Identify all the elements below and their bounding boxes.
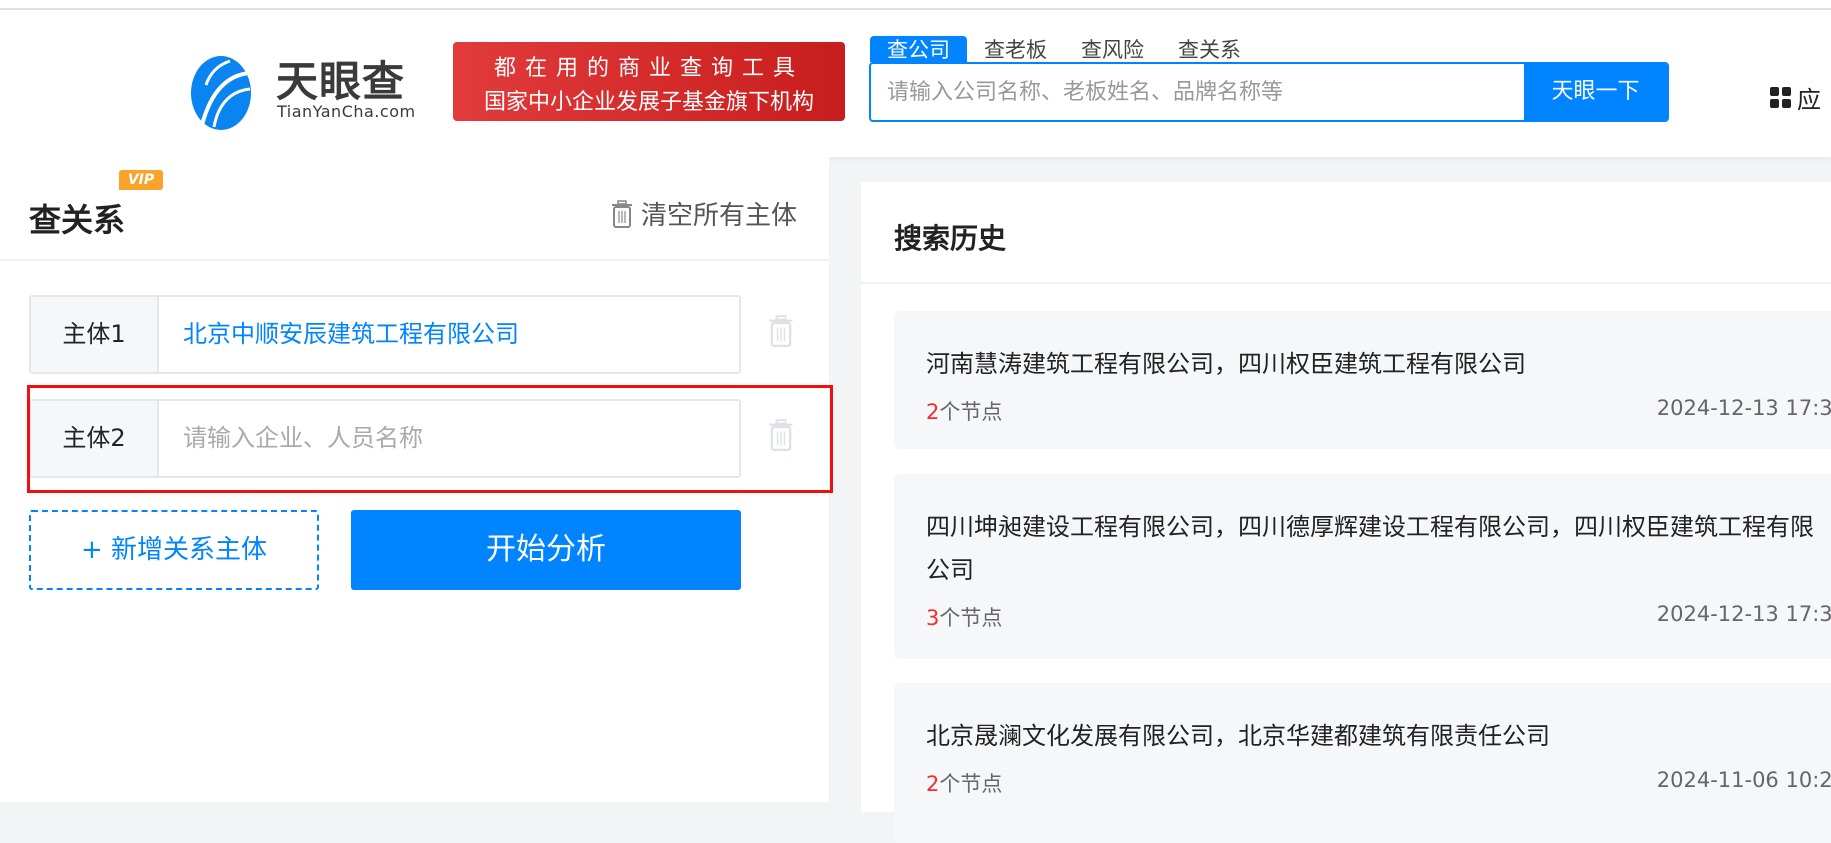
brand-domain: TianYanCha.com xyxy=(277,102,416,121)
history-title: 搜索历史 xyxy=(894,222,1007,255)
page-title: 查关系 xyxy=(29,201,126,239)
trash-icon xyxy=(611,199,632,228)
brand-name[interactable]: 天眼查 xyxy=(276,48,405,109)
slogan-line-2: 国家中小企业发展子基金旗下机构 xyxy=(483,90,814,115)
search-tabs: 查公司 查老板 查风险 查关系 xyxy=(870,36,1258,62)
header: 天眼查 TianYanCha.com 都在用的商业查询工具 国家中小企业发展子基… xyxy=(0,10,1831,157)
search-button[interactable]: 天眼一下 xyxy=(1524,64,1667,120)
search-box: 天眼一下 xyxy=(869,62,1669,122)
history-names: 四川坤昶建设工程有限公司，四川德厚辉建设工程有限公司，四川权臣建筑工程有限公司 xyxy=(926,513,1814,584)
add-entity-button[interactable]: + 新增关系主体 xyxy=(29,510,319,590)
slogan-line-1: 都在用的商业查询工具 xyxy=(493,56,804,81)
search-history-panel: 搜索历史 河南慧涛建筑工程有限公司，四川权臣建筑工程有限公司 2个节点 2024-… xyxy=(861,182,1831,843)
entity-input-1[interactable] xyxy=(159,297,739,372)
history-time: 2024-12-13 17:34 xyxy=(1656,602,1831,626)
slogan-banner: 都在用的商业查询工具 国家中小企业发展子基金旗下机构 xyxy=(453,42,845,121)
relation-panel: 查关系 VIP 清空所有主体 主体1 主体2 + 新增关系主体 开始分析 xyxy=(0,157,833,802)
entity-row-1: 主体1 xyxy=(29,295,741,374)
tianyancha-logo-icon[interactable] xyxy=(190,55,252,131)
entity-label: 主体1 xyxy=(31,297,159,372)
clear-all-button[interactable]: 清空所有主体 xyxy=(611,195,797,232)
apps-grid-icon xyxy=(1770,87,1791,108)
history-names: 北京晟澜文化发展有限公司，北京华建都建筑有限责任公司 xyxy=(926,722,1550,750)
divider xyxy=(0,259,829,261)
tab-boss[interactable]: 查老板 xyxy=(967,36,1064,62)
highlight-box xyxy=(27,385,833,493)
top-border xyxy=(0,0,1831,10)
apps-menu[interactable]: 应 xyxy=(1770,80,1821,115)
node-count: 3个节点 xyxy=(926,606,1003,630)
history-item[interactable]: 北京晟澜文化发展有限公司，北京华建都建筑有限责任公司 2个节点 2024-11-0… xyxy=(894,683,1831,843)
history-names: 河南慧涛建筑工程有限公司，四川权臣建筑工程有限公司 xyxy=(926,350,1526,378)
node-count: 2个节点 xyxy=(926,772,1003,796)
node-count: 2个节点 xyxy=(926,400,1003,424)
start-analysis-button[interactable]: 开始分析 xyxy=(351,510,741,590)
clear-all-label: 清空所有主体 xyxy=(640,201,797,231)
history-item[interactable]: 四川坤昶建设工程有限公司，四川德厚辉建设工程有限公司，四川权臣建筑工程有限公司 … xyxy=(894,474,1831,659)
divider xyxy=(861,282,1831,284)
delete-entity-1-icon[interactable] xyxy=(768,315,794,347)
history-item[interactable]: 河南慧涛建筑工程有限公司，四川权臣建筑工程有限公司 2个节点 2024-12-13… xyxy=(894,311,1831,449)
tab-company[interactable]: 查公司 xyxy=(870,36,967,62)
apps-label: 应 xyxy=(1797,86,1821,114)
search-input[interactable] xyxy=(871,64,1511,120)
history-time: 2024-12-13 17:36 xyxy=(1656,396,1831,420)
vip-badge: VIP xyxy=(119,170,163,190)
tab-risk[interactable]: 查风险 xyxy=(1064,36,1161,62)
history-time: 2024-11-06 10:29 xyxy=(1656,768,1831,792)
tab-relation[interactable]: 查关系 xyxy=(1161,36,1258,62)
